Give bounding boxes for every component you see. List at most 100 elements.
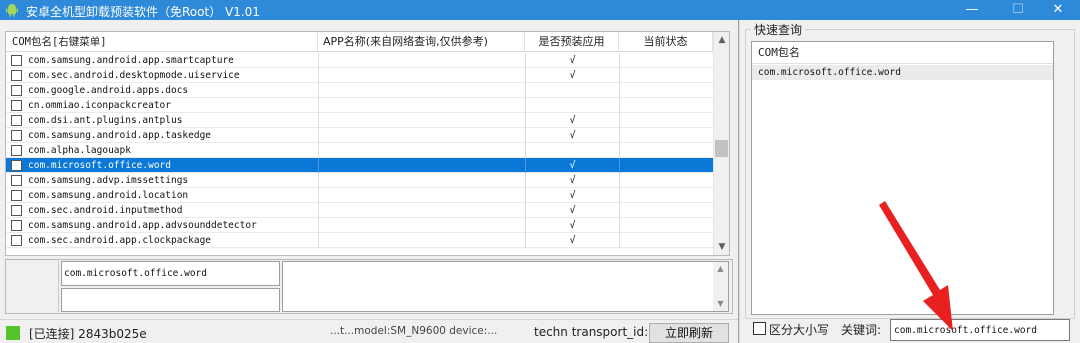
table-row[interactable]: cn.ommiao.iconpackcreator [6, 98, 713, 113]
row-checkbox[interactable] [11, 220, 22, 231]
row-state [619, 113, 713, 128]
row-package: com.sec.android.desktopmode.uiservice [28, 70, 240, 81]
row-app-name [318, 143, 525, 158]
row-checkbox[interactable] [11, 145, 22, 156]
table-body: com.samsung.android.app.smartcapture √ com… [6, 53, 713, 248]
device-model-status: ...t...model:SM_N9600 device:... [330, 325, 498, 337]
status-bar: [已连接] 2843b025e ...t...model:SM_N9600 de… [0, 319, 738, 343]
row-checkbox[interactable] [11, 85, 22, 96]
table-row[interactable]: com.samsung.android.app.advsounddetector… [6, 218, 713, 233]
row-checkbox[interactable] [11, 160, 22, 171]
row-package: com.samsung.android.app.smartcapture [28, 55, 234, 66]
column-header-state[interactable]: 当前状态 [619, 32, 713, 52]
row-state [619, 188, 713, 203]
column-header-app-name[interactable]: APP名称(来自网络查询,仅供参考) [318, 32, 525, 52]
row-package: com.samsung.android.app.advsounddetector [28, 220, 257, 231]
row-state [619, 158, 713, 173]
row-package: com.microsoft.office.word [28, 160, 171, 171]
row-app-name [318, 83, 525, 98]
scroll-up-icon[interactable]: ▲ [714, 32, 729, 48]
transport-status: techn transport_id:2 [534, 325, 656, 339]
row-checkbox[interactable] [11, 130, 22, 141]
row-state [619, 203, 713, 218]
row-preinstalled: √ [525, 113, 619, 128]
table-row[interactable]: com.alpha.lagouapk [6, 143, 713, 158]
table-row[interactable]: com.samsung.android.app.taskedge √ [6, 128, 713, 143]
row-checkbox[interactable] [11, 70, 22, 81]
scroll-down-icon[interactable]: ▼ [713, 297, 728, 311]
row-checkbox[interactable] [11, 205, 22, 216]
refresh-button[interactable]: 立即刷新 [649, 323, 729, 343]
row-package: com.samsung.android.location [28, 190, 189, 201]
table-row[interactable]: com.samsung.advp.imssettings √ [6, 173, 713, 188]
row-state [619, 173, 713, 188]
row-app-name [318, 53, 525, 68]
keyword-input[interactable] [890, 319, 1070, 341]
scroll-down-icon[interactable]: ▼ [714, 239, 729, 255]
row-app-name [318, 188, 525, 203]
table-row[interactable]: com.sec.android.inputmethod √ [6, 203, 713, 218]
row-checkbox[interactable] [11, 190, 22, 201]
row-checkbox[interactable] [11, 100, 22, 111]
row-package: com.samsung.advp.imssettings [28, 175, 189, 186]
case-sensitive-label: 区分大小写 [769, 323, 830, 337]
package-table[interactable]: COM包名[右键菜单] APP名称(来自网络查询,仅供参考) 是否预装应用 当前… [5, 31, 730, 256]
result-item[interactable]: com.microsoft.office.word [752, 65, 1053, 80]
row-checkbox[interactable] [11, 235, 22, 246]
row-state [619, 218, 713, 233]
row-state [619, 68, 713, 83]
row-package: com.dsi.ant.plugins.antplus [28, 115, 183, 126]
row-preinstalled [525, 98, 619, 113]
minimize-button[interactable]: — [950, 0, 994, 20]
window-title: 安卓全机型卸载预装软件（免Root） V1.01 [26, 5, 260, 19]
table-row[interactable]: com.samsung.android.location √ [6, 188, 713, 203]
column-header-preinstalled[interactable]: 是否预装应用 [525, 32, 619, 52]
row-app-name [318, 98, 525, 113]
selected-package-field[interactable]: com.microsoft.office.word [61, 261, 280, 286]
row-preinstalled: √ [525, 53, 619, 68]
row-checkbox[interactable] [11, 55, 22, 66]
table-scrollbar[interactable]: ▲ ▼ [713, 32, 729, 255]
connection-status: [已连接] 2843b025e [29, 327, 147, 341]
table-row[interactable]: com.sec.android.desktopmode.uiservice √ [6, 68, 713, 83]
row-package: com.alpha.lagouapk [28, 145, 131, 156]
row-state [619, 143, 713, 158]
row-package: com.google.android.apps.docs [28, 85, 189, 96]
row-preinstalled: √ [525, 233, 619, 248]
pane-divider[interactable] [738, 20, 740, 343]
column-header-package[interactable]: COM包名[右键菜单] [6, 32, 318, 52]
row-app-name [318, 173, 525, 188]
table-row[interactable]: com.microsoft.office.word √ [6, 158, 713, 173]
app-icon-preview [7, 261, 59, 312]
maximize-button[interactable]: ☐ [996, 0, 1040, 20]
quick-search-results[interactable]: COM包名 com.microsoft.office.word [751, 41, 1054, 315]
scroll-up-icon[interactable]: ▲ [713, 262, 728, 276]
close-button[interactable]: ✕ [1036, 0, 1080, 20]
keyword-label: 关键词: [841, 323, 882, 337]
row-preinstalled: √ [525, 218, 619, 233]
row-preinstalled: √ [525, 173, 619, 188]
table-row[interactable]: com.dsi.ant.plugins.antplus √ [6, 113, 713, 128]
row-package: com.sec.android.inputmethod [28, 205, 183, 216]
detail-scrollbar[interactable]: ▲ ▼ [713, 262, 728, 311]
row-package: cn.ommiao.iconpackcreator [28, 100, 171, 111]
row-app-name [318, 128, 525, 143]
row-state [619, 98, 713, 113]
detail-textarea[interactable]: ▲ ▼ [282, 261, 729, 312]
scrollbar-thumb[interactable] [715, 140, 728, 157]
row-preinstalled [525, 83, 619, 98]
table-row[interactable]: com.google.android.apps.docs [6, 83, 713, 98]
table-row[interactable]: com.samsung.android.app.smartcapture √ [6, 53, 713, 68]
row-checkbox[interactable] [11, 115, 22, 126]
table-row[interactable]: com.sec.android.app.clockpackage √ [6, 233, 713, 248]
row-preinstalled: √ [525, 158, 619, 173]
selected-secondary-field[interactable] [61, 288, 280, 312]
case-sensitive-checkbox[interactable] [753, 322, 766, 335]
selection-info-panel: com.microsoft.office.word ▲ ▼ [5, 259, 733, 314]
row-app-name [318, 218, 525, 233]
quick-search-label: 快速查询 [751, 21, 806, 38]
table-header: COM包名[右键菜单] APP名称(来自网络查询,仅供参考) 是否预装应用 当前… [6, 32, 713, 52]
row-checkbox[interactable] [11, 175, 22, 186]
row-state [619, 53, 713, 68]
row-app-name [318, 203, 525, 218]
